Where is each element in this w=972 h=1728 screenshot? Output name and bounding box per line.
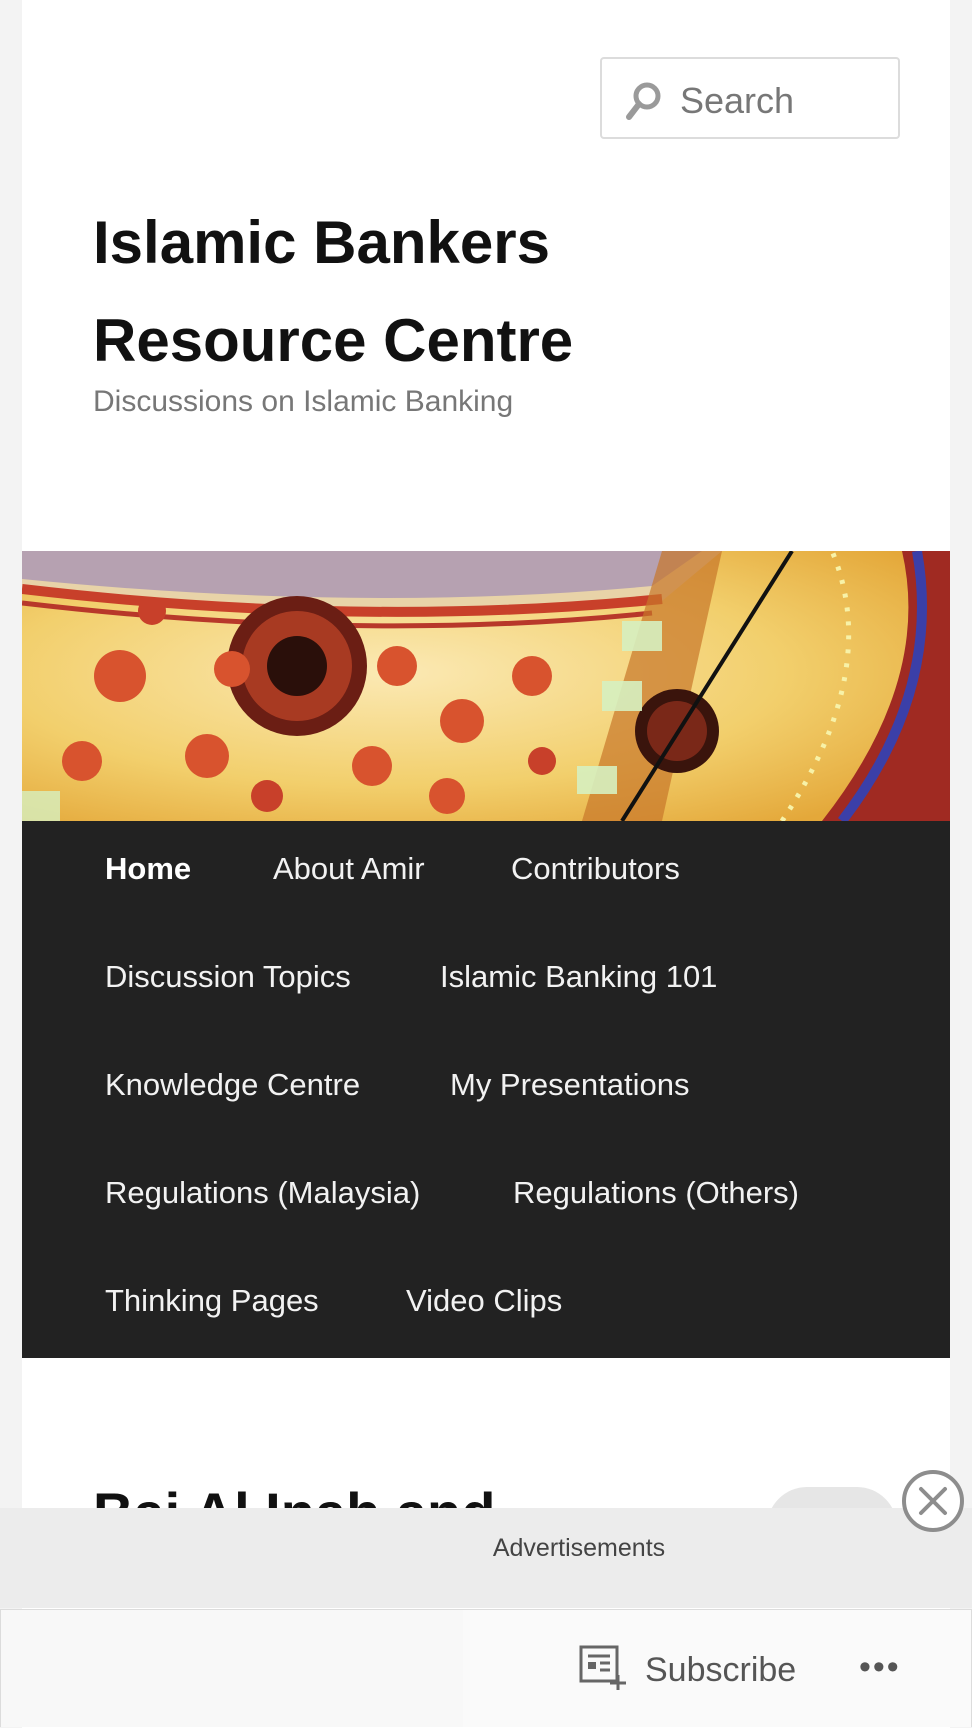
search-icon [624, 81, 664, 121]
nav-item-contributors[interactable]: Contributors [511, 851, 680, 887]
nav-item-home[interactable]: Home [105, 851, 191, 887]
more-icon[interactable]: ••• [859, 1648, 901, 1687]
advertisement-label: Advertisements [492, 1534, 666, 1562]
main-navigation: Home About Amir Contributors Discussion … [22, 821, 950, 1358]
nav-item-regulations-others[interactable]: Regulations (Others) [513, 1175, 799, 1211]
search-input[interactable]: Search [600, 57, 900, 139]
page: Search Islamic Bankers Resource Centre D… [22, 0, 950, 1728]
nav-item-thinking-pages[interactable]: Thinking Pages [105, 1283, 319, 1319]
nav-item-discussion-topics[interactable]: Discussion Topics [105, 959, 351, 995]
close-icon[interactable] [902, 1470, 964, 1532]
bottom-bar-spacer [1, 1610, 463, 1727]
subscribe-button[interactable]: Subscribe [579, 1645, 797, 1696]
nav-item-my-presentations[interactable]: My Presentations [450, 1067, 690, 1103]
bottom-action-bar: Subscribe ••• [0, 1609, 972, 1727]
nav-item-islamic-banking-101[interactable]: Islamic Banking 101 [440, 959, 717, 995]
advertisement-bar: Advertisements [0, 1508, 972, 1608]
site-tagline: Discussions on Islamic Banking [93, 385, 514, 418]
subscribe-label: Subscribe [645, 1650, 797, 1689]
nav-item-regulations-malaysia[interactable]: Regulations (Malaysia) [105, 1175, 420, 1211]
subscribe-icon [579, 1645, 627, 1696]
nav-item-video-clips[interactable]: Video Clips [406, 1283, 562, 1319]
search-placeholder: Search [680, 80, 795, 121]
header-image[interactable] [22, 551, 950, 821]
nav-item-knowledge-centre[interactable]: Knowledge Centre [105, 1067, 360, 1103]
nav-item-about-amir[interactable]: About Amir [273, 851, 425, 887]
site-title[interactable]: Islamic Bankers Resource Centre [93, 194, 793, 390]
